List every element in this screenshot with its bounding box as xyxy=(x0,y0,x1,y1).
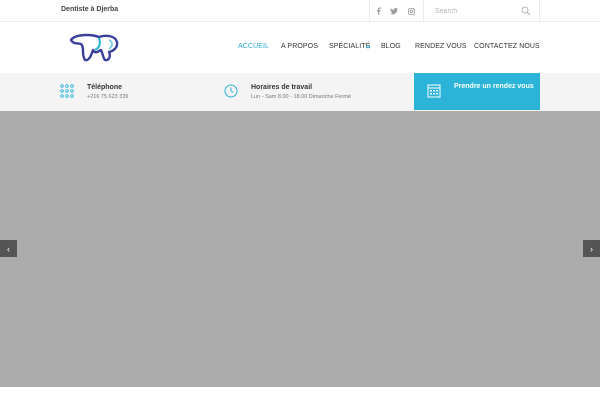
header: ACCUEIL A PROPOS SPÉCIALITÉ BLOG RENDEZ … xyxy=(0,22,600,73)
nav-contactez-nous[interactable]: CONTACTEZ NOUS xyxy=(474,43,540,50)
clinic-logo[interactable] xyxy=(69,32,119,62)
hero-slider: ‹ › xyxy=(0,111,600,387)
hours-title: Horaires de travail xyxy=(251,84,313,91)
appointment-button-label: Prendre un rendez vous xyxy=(454,83,534,90)
nav-rendez-vous[interactable]: RENDEZ VOUS xyxy=(415,43,467,50)
nav-a-propos[interactable]: A PROPOS xyxy=(281,43,318,50)
search-box xyxy=(423,0,540,22)
slider-prev-button[interactable]: ‹ xyxy=(0,240,17,257)
clock-icon xyxy=(224,84,238,98)
facebook-icon[interactable] xyxy=(370,0,386,22)
calendar-icon xyxy=(427,84,441,98)
search-icon[interactable] xyxy=(521,6,531,16)
top-bar: Dentiste à Djerba xyxy=(0,0,600,22)
twitter-icon[interactable] xyxy=(386,0,402,22)
nav-blog[interactable]: BLOG xyxy=(381,43,401,50)
site-tagline: Dentiste à Djerba xyxy=(61,6,119,13)
appointment-button[interactable]: Prendre un rendez vous xyxy=(414,73,540,110)
search-input[interactable] xyxy=(435,4,520,18)
chevron-left-icon: ‹ xyxy=(7,243,10,254)
chevron-down-icon xyxy=(365,45,371,49)
page-footer-strip xyxy=(0,387,600,400)
phone-title: Téléphone xyxy=(87,84,123,91)
chevron-right-icon: › xyxy=(590,243,593,254)
hours-value: Lun - Sam 8.00 - 18.00 Dimanche Fermé xyxy=(251,94,351,100)
nav-accueil[interactable]: ACCUEIL xyxy=(238,43,269,50)
slider-next-button[interactable]: › xyxy=(583,240,600,257)
dialpad-icon xyxy=(60,84,74,98)
instagram-icon[interactable] xyxy=(403,0,419,22)
phone-number: +216 75 623 339 xyxy=(87,94,129,100)
